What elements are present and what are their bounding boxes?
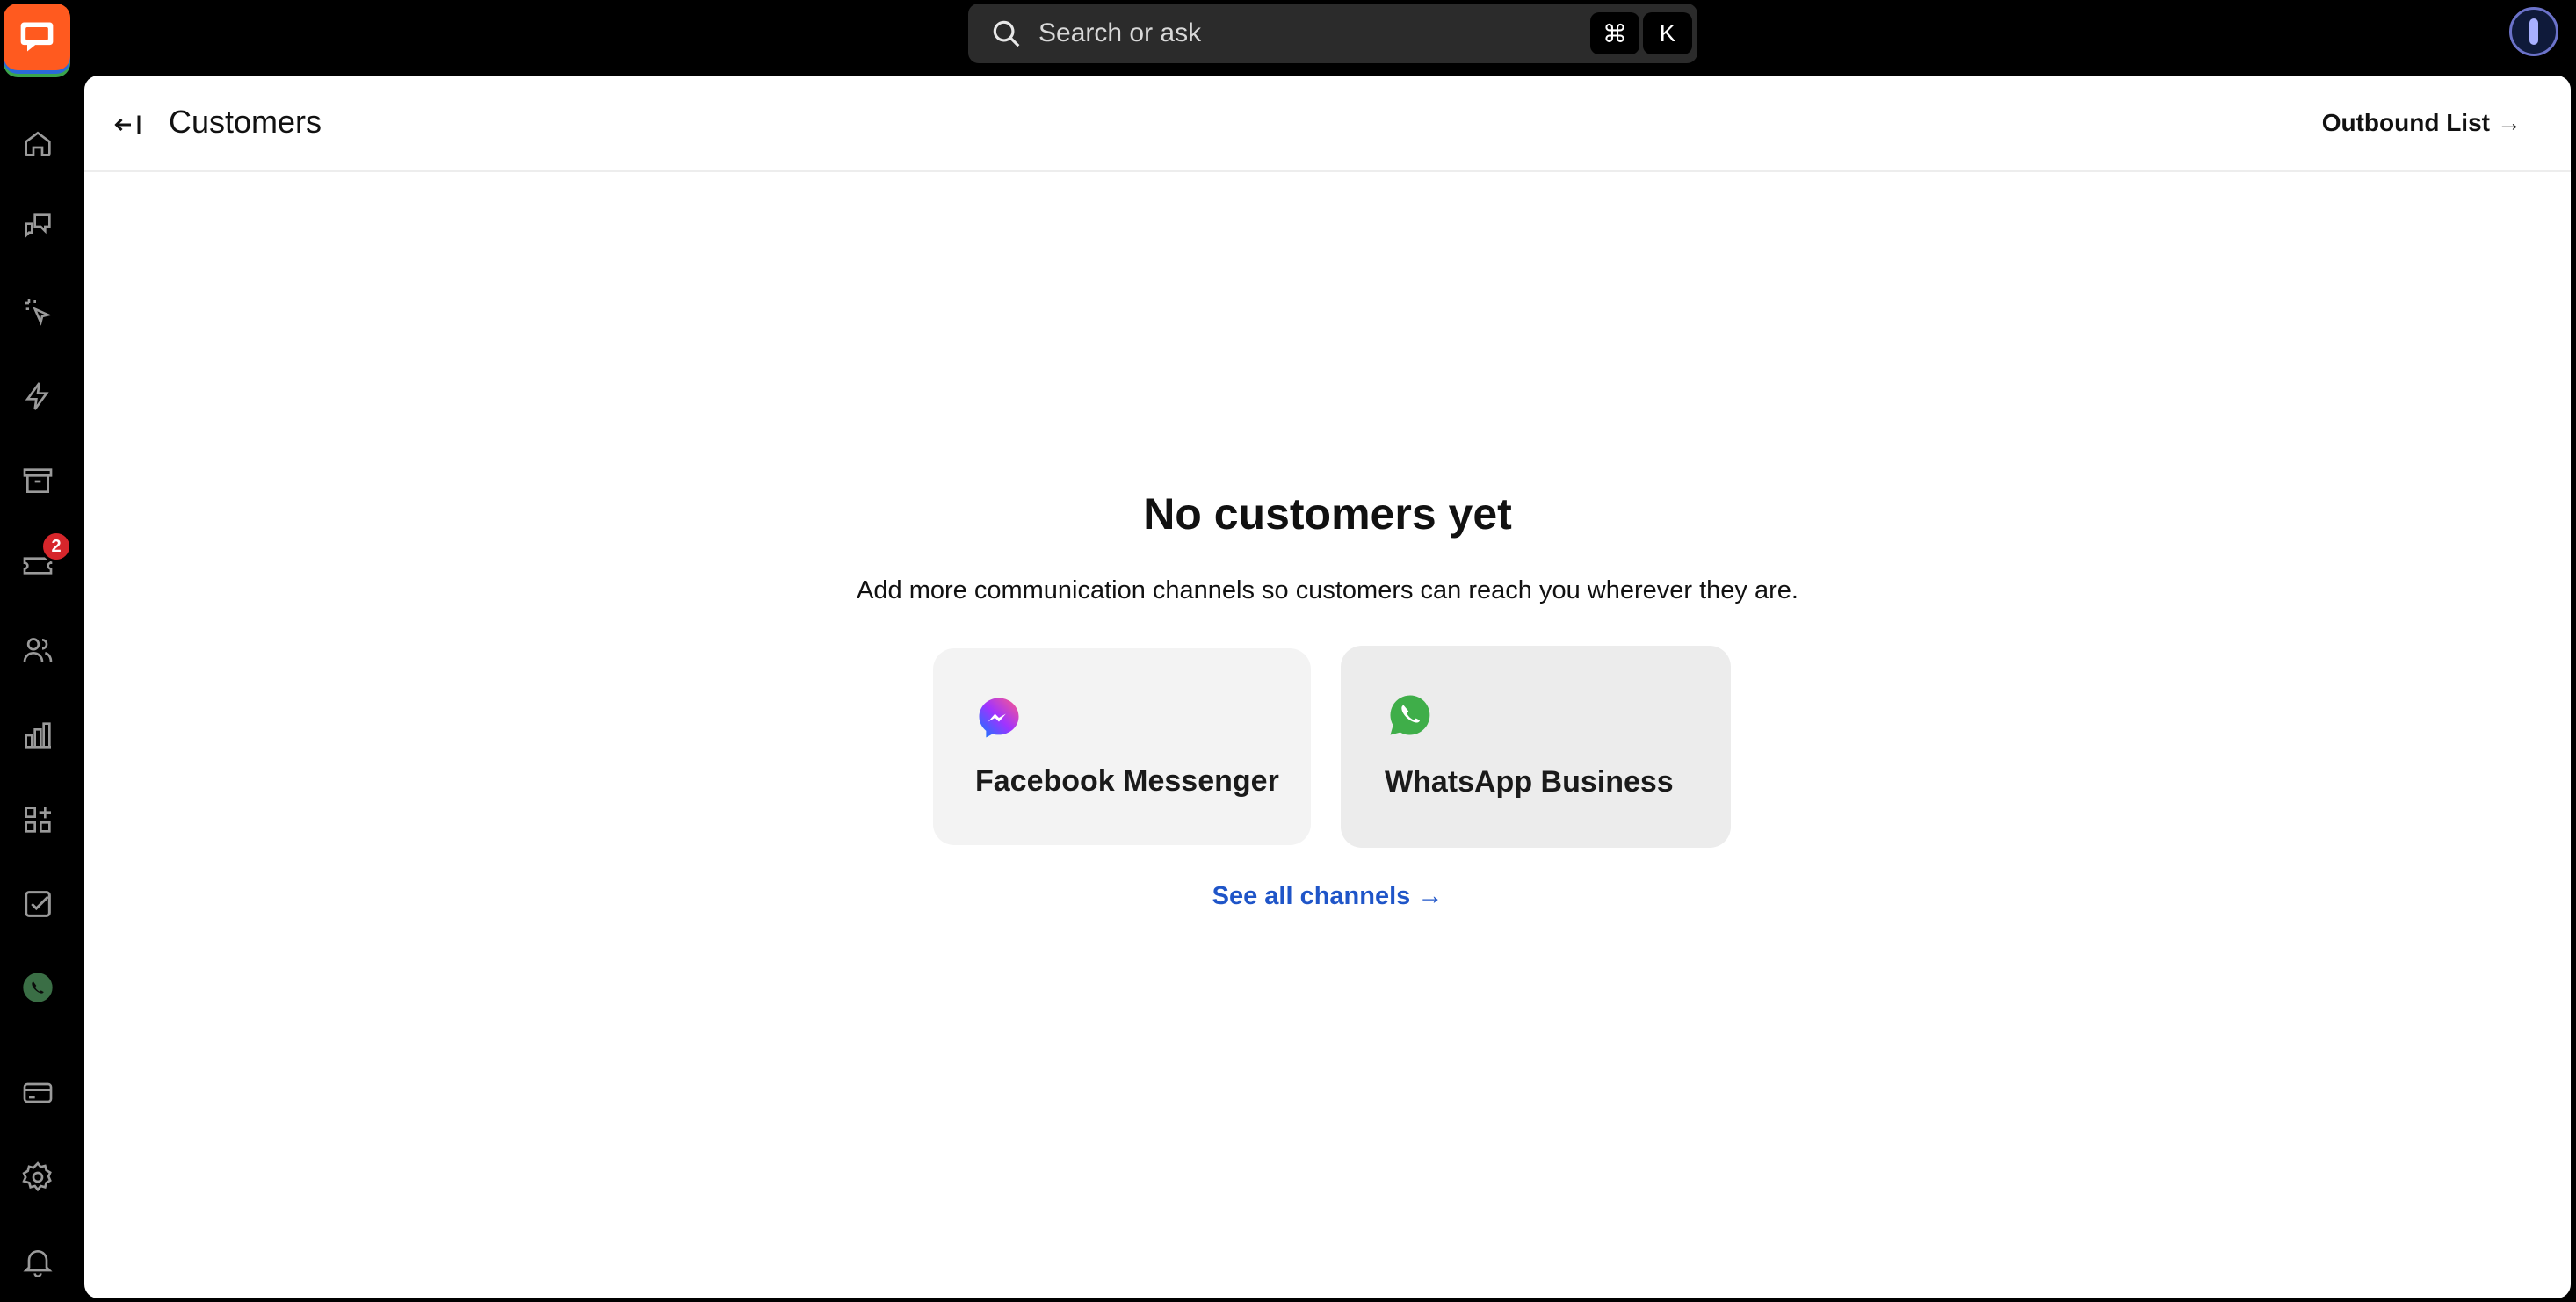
sidebar-item-chats[interactable]: [18, 207, 57, 246]
whatsapp-business-label: WhatsApp Business: [1385, 765, 1674, 799]
outbound-list-link[interactable]: Outbound List →: [2322, 109, 2522, 137]
sidebar-item-notifications[interactable]: [18, 1242, 57, 1281]
search-placeholder: Search or ask: [1038, 18, 1202, 47]
sidebar-item-engage[interactable]: [18, 293, 57, 331]
page-header: Customers Outbound List →: [84, 76, 2571, 172]
sidebar-item-customers[interactable]: [18, 631, 57, 669]
facebook-messenger-label: Facebook Messenger: [975, 764, 1279, 798]
whatsapp-icon: [23, 973, 53, 1002]
see-all-channels-link[interactable]: See all channels →: [84, 882, 2571, 911]
shortcut-k-key: K: [1643, 12, 1692, 54]
search-icon: [993, 20, 1020, 47]
lightning-icon: [25, 382, 49, 410]
checklist-icon: [25, 891, 51, 917]
sidebar-item-apps[interactable]: [18, 800, 57, 839]
arrow-right-icon: →: [2497, 109, 2522, 136]
arrow-left-bar-icon: [114, 115, 141, 134]
sidebar-item-billing[interactable]: [18, 1074, 57, 1112]
home-icon: [25, 131, 51, 156]
search-input[interactable]: Search or ask ⌘ K: [968, 4, 1697, 63]
avatar[interactable]: [2509, 7, 2558, 56]
apps-icon: [25, 807, 51, 833]
chats-icon: [25, 213, 51, 239]
shortcut-cmd-key: ⌘: [1590, 12, 1639, 54]
left-sidebar: 2: [0, 0, 83, 1302]
gear-icon: [22, 1161, 52, 1192]
app-logo[interactable]: [4, 4, 70, 70]
archive-icon: [23, 468, 53, 493]
sidebar-item-whatsapp[interactable]: [18, 968, 57, 1007]
chat-bubble-logo-icon: [20, 22, 54, 52]
facebook-messenger-card[interactable]: Facebook Messenger: [933, 648, 1311, 845]
credit-card-icon: [23, 1082, 53, 1103]
sidebar-item-tasks[interactable]: [18, 885, 57, 923]
tickets-badge: 2: [40, 531, 72, 562]
sidebar-item-settings[interactable]: [18, 1158, 57, 1197]
sidebar-item-automation[interactable]: [18, 377, 57, 416]
bar-chart-icon: [25, 722, 51, 749]
avatar-status-icon: [2529, 18, 2538, 45]
sidebar-item-home[interactable]: [18, 124, 57, 163]
sparkle-cursor-icon: [25, 299, 52, 326]
sidebar-item-archives[interactable]: [18, 462, 57, 501]
page-title: Customers: [169, 104, 322, 140]
sidebar-item-reports[interactable]: [18, 716, 57, 755]
empty-state-title: No customers yet: [1143, 489, 1512, 539]
empty-state-subtitle: Add more communication channels so custo…: [857, 576, 1798, 604]
main-panel: Customers Outbound List → No customers y…: [84, 76, 2571, 1298]
users-icon: [23, 638, 53, 662]
collapse-sidebar-button[interactable]: [109, 105, 148, 144]
outbound-list-label: Outbound List: [2321, 109, 2490, 136]
messenger-icon: [979, 698, 1019, 738]
whatsapp-icon: [1390, 695, 1430, 735]
bell-icon: [23, 1250, 53, 1277]
whatsapp-business-card[interactable]: WhatsApp Business: [1341, 646, 1731, 848]
